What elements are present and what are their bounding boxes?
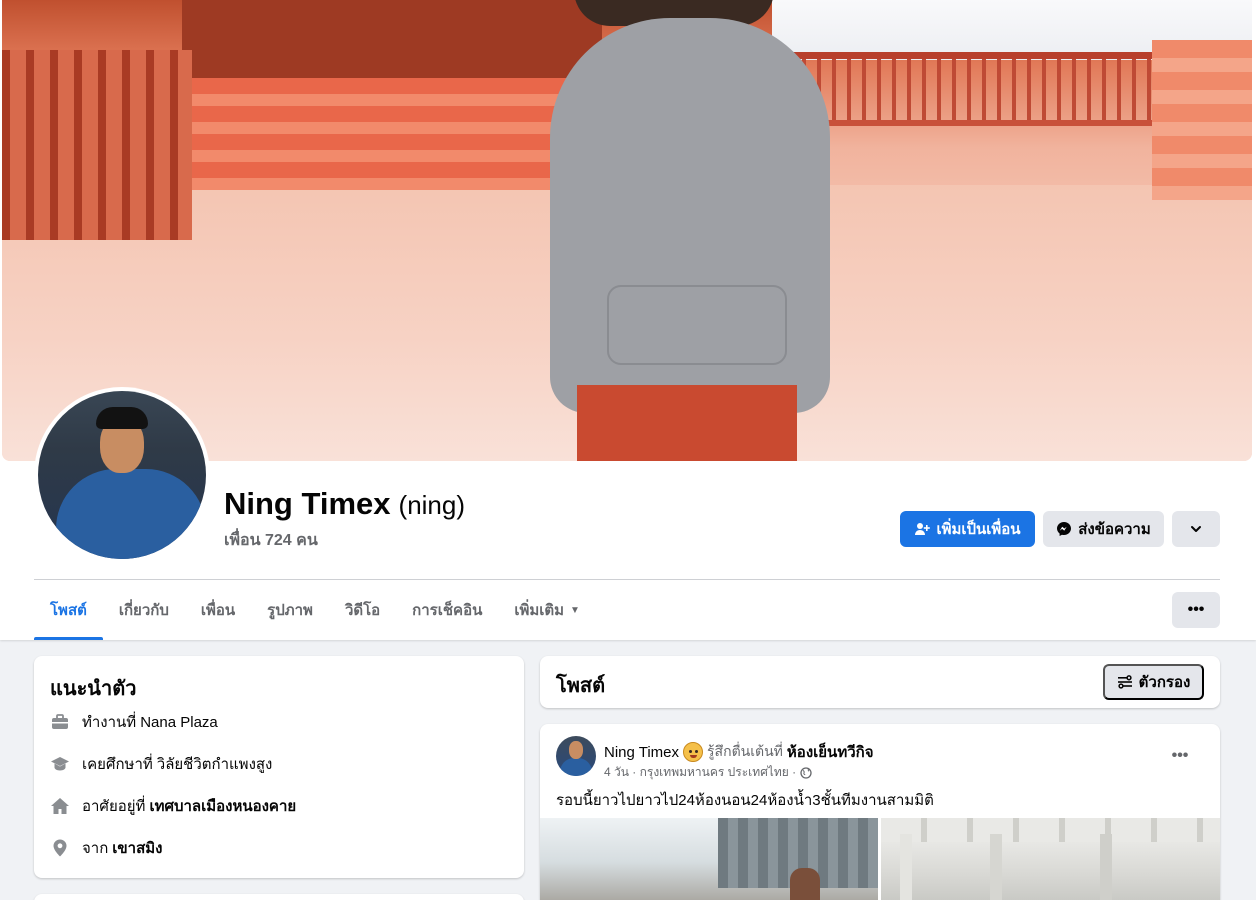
intro-education-prefix: เคยศึกษาที่ — [82, 756, 153, 773]
tab-label: โพสต์ — [50, 602, 87, 619]
tab-label: เพื่อน — [200, 602, 236, 619]
photos-card-preview — [34, 894, 524, 900]
post-avatar-body — [560, 758, 592, 776]
intro-lives: อาศัยอยู่ที่ เทศบาลเมืองหนองคาย — [50, 794, 296, 818]
profile-avatar[interactable] — [38, 391, 206, 559]
post-options-button[interactable]: ••• — [1162, 738, 1198, 774]
tab-label: วิดีโอ — [344, 602, 381, 619]
send-message-label: ส่งข้อความ — [1078, 521, 1151, 538]
intro-work: ทำงานที่ Nana Plaza — [50, 710, 218, 734]
intro-card: แนะนำตัว ทำงานที่ Nana Plaza เคยศึกษาที่… — [34, 656, 524, 878]
add-friend-button[interactable]: เพิ่มเป็นเพื่อน — [900, 511, 1035, 547]
location-pin-icon — [50, 838, 70, 858]
tab-posts[interactable]: โพสต์ — [34, 580, 103, 640]
tab-checkins[interactable]: การเช็คอิน — [396, 580, 498, 640]
excited-emoji-icon — [683, 742, 704, 762]
tab-friends[interactable]: เพื่อน — [185, 580, 251, 640]
avatar-hair — [96, 407, 148, 429]
friends-count-link[interactable]: เพื่อน 724 คน — [224, 528, 318, 553]
tab-videos[interactable]: วิดีโอ — [329, 580, 396, 640]
cover-right-steps — [1152, 40, 1252, 200]
post-author-avatar[interactable] — [556, 736, 596, 776]
add-friend-label: เพิ่มเป็นเพื่อน — [936, 521, 1021, 538]
more-actions-button[interactable] — [1172, 511, 1220, 547]
posts-header-card: โพสต์ ตัวกรอง — [540, 656, 1220, 708]
cover-person-pants — [577, 385, 797, 461]
tab-label: เกี่ยวกับ — [118, 602, 169, 619]
cover-left-railing — [2, 50, 192, 240]
cover-temple-door — [182, 0, 602, 78]
home-icon — [50, 796, 70, 816]
caret-down-icon: ▼ — [570, 604, 580, 616]
post-author-name[interactable]: Ning Timex — [604, 744, 679, 761]
profile-alt-name: (ning) — [398, 490, 466, 520]
ellipsis-icon: ••• — [1187, 601, 1205, 618]
cover-photo[interactable] — [2, 0, 1252, 461]
briefcase-icon — [50, 712, 70, 732]
filter-label: ตัวกรอง — [1138, 674, 1191, 691]
add-person-icon — [915, 523, 931, 535]
intro-lives-prefix: อาศัยอยู่ที่ — [82, 798, 146, 815]
post-meta: 4 วัน · กรุงเทพมหานคร ประเทศไทย · — [604, 763, 812, 782]
chevron-down-icon — [1191, 526, 1201, 532]
profile-tabs: โพสต์ เกี่ยวกับ เพื่อน รูปภาพ วิดีโอ การ… — [34, 580, 596, 640]
post-location-link[interactable]: ห้องเย็นทวีกิจ — [787, 740, 874, 764]
intro-education-value[interactable]: วิลัยชีวิตกำแพงสูง — [157, 752, 273, 776]
intro-from-value[interactable]: เขาสมิง — [112, 836, 162, 860]
cover-stairs — [182, 78, 572, 190]
intro-lives-value[interactable]: เทศบาลเมืองหนองคาย — [149, 794, 296, 818]
intro-from-prefix: จาก — [82, 840, 109, 857]
avatar-jacket — [56, 469, 206, 559]
profile-header: Ning Timex (ning) เพื่อน 724 คน เพิ่มเป็… — [0, 0, 1256, 640]
post-card: Ning Timex รู้สึกตื่นเต้นที่ ห้องเย็นทวี… — [540, 724, 1220, 900]
intro-work-prefix: ทำงานที่ — [82, 714, 137, 731]
tab-photos[interactable]: รูปภาพ — [251, 580, 329, 640]
messenger-icon — [1057, 522, 1072, 536]
intro-work-value[interactable]: Nana Plaza — [140, 714, 218, 731]
intro-from: จาก เขาสมิง — [50, 836, 162, 860]
ellipsis-icon: ••• — [1171, 747, 1189, 764]
post-feeling: รู้สึกตื่นเต้นที่ — [707, 743, 783, 759]
cover-person-pocket — [607, 285, 787, 365]
post-photo-2-beams — [881, 818, 1220, 842]
post-timestamp-location[interactable]: 4 วัน · กรุงเทพมหานคร ประเทศไทย · — [604, 763, 796, 782]
post-text: รอบนี้ยาวไปยาวไป24ห้องนอน24ห้องน้ำ3ชั้นท… — [556, 792, 934, 809]
profile-name-row: Ning Timex (ning) — [224, 486, 465, 522]
tab-more[interactable]: เพิ่มเติม ▼ — [498, 580, 596, 640]
intro-title: แนะนำตัว — [50, 678, 137, 700]
post-photo-1-worker — [790, 868, 820, 900]
filter-button[interactable]: ตัวกรอง — [1103, 664, 1204, 700]
tabs-overflow-button[interactable]: ••• — [1172, 592, 1220, 628]
globe-icon — [800, 766, 812, 779]
tab-label: รูปภาพ — [267, 602, 313, 619]
intro-education: เคยศึกษาที่ วิลัยชีวิตกำแพงสูง — [50, 752, 272, 776]
filter-icon — [1117, 675, 1132, 689]
tab-label: การเช็คอิน — [412, 602, 483, 619]
graduation-cap-icon — [50, 754, 70, 774]
profile-name: Ning Timex — [224, 486, 391, 521]
tab-label: เพิ่มเติม — [514, 602, 565, 619]
posts-title: โพสต์ — [556, 675, 606, 697]
post-avatar-face — [569, 741, 583, 759]
tab-about[interactable]: เกี่ยวกับ — [103, 580, 185, 640]
post-header: Ning Timex รู้สึกตื่นเต้นที่ ห้องเย็นทวี… — [604, 740, 874, 764]
post-photo-2-columns — [900, 834, 912, 900]
send-message-button[interactable]: ส่งข้อความ — [1043, 511, 1164, 547]
